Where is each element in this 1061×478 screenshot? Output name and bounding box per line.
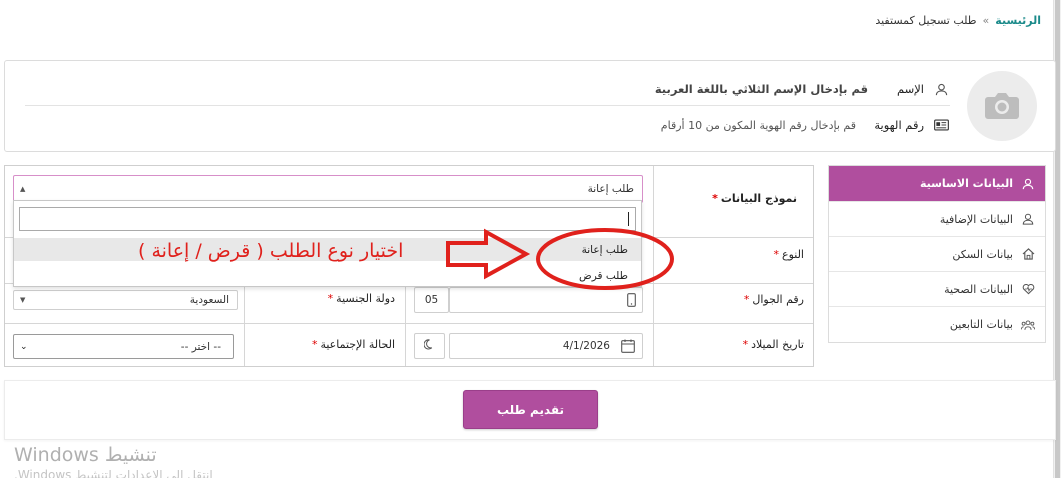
tab-dependents-data[interactable]: بيانات التابعين (829, 307, 1045, 342)
windows-activation-watermark: تنشيط Windows (14, 444, 157, 466)
id-row: رقم الهوية قم بإدخال رقم الهوية المكون م… (661, 114, 950, 136)
name-label: الإسم (896, 82, 924, 96)
calendar-icon (621, 339, 635, 356)
user-icon (1021, 177, 1035, 191)
gender-label: النوع* (773, 248, 804, 261)
id-label: رقم الهوية (874, 118, 924, 132)
breadcrumb-separator: » (982, 14, 990, 27)
user-icon (932, 80, 950, 98)
text-cursor (628, 212, 629, 226)
tab-label: بيانات السكن (952, 247, 1013, 261)
hijri-toggle-button[interactable] (414, 333, 445, 359)
annotation-text: اختيار نوع الطلب ( قرض / إعانة ) (138, 240, 404, 262)
submit-bar: تقديم طلب (4, 380, 1056, 440)
users-icon (1021, 318, 1035, 332)
annotation-arrow-icon (446, 228, 674, 290)
nationality-value: السعودية (189, 294, 229, 306)
tab-label: البيانات الصحية (944, 282, 1013, 296)
column-divider (244, 284, 245, 366)
tab-basic-data[interactable]: البيانات الاساسية (829, 166, 1045, 202)
side-tabs: البيانات الاساسية البيانات الإضافية بيان… (828, 165, 1046, 343)
id-input[interactable]: قم بإدخال رقم الهوية المكون من 10 أرقام (661, 119, 856, 132)
data-model-value: طلب إعانة (587, 183, 634, 195)
caret-down-icon: ▼ (20, 296, 26, 304)
name-input[interactable]: قم بإدخال الإسم الثلاثي باللغة العربية (655, 82, 868, 96)
avatar-upload[interactable] (967, 71, 1037, 141)
breadcrumb-home-link[interactable]: الرئيسية (995, 14, 1041, 27)
breadcrumb: الرئيسية » طلب تسجيل كمستفيد (875, 14, 1041, 27)
birth-date-value: 4/1/2026 (562, 340, 610, 352)
divider (25, 105, 950, 106)
tab-label: البيانات الاساسية (919, 177, 1013, 190)
birth-date-label: تاريخ الميلاد* (742, 338, 804, 351)
chevron-down-icon: ⌄ (20, 341, 28, 352)
breadcrumb-current: طلب تسجيل كمستفيد (875, 14, 977, 27)
submit-request-button[interactable]: تقديم طلب (463, 390, 598, 429)
heart-pulse-icon (1021, 282, 1035, 296)
tab-housing-data[interactable]: بيانات السكن (829, 237, 1045, 272)
marital-value: -- اختر -- (180, 340, 221, 353)
camera-icon (982, 89, 1022, 124)
data-model-label: نموذج البيانات* (712, 192, 797, 205)
data-model-select[interactable]: طلب إعانة ▲ (13, 175, 643, 203)
profile-card: الإسم قم بإدخال الإسم الثلاثي باللغة الع… (4, 60, 1056, 152)
nationality-label: دولة الجنسية* (327, 292, 395, 305)
windows-activation-subtext: انتقل إلى الإعدادات لتنشيط Windows. (14, 468, 213, 478)
birth-date-input[interactable]: 4/1/2026 (449, 333, 643, 359)
tab-health-data[interactable]: البيانات الصحية (829, 272, 1045, 307)
tab-additional-data[interactable]: البيانات الإضافية (829, 202, 1045, 237)
marital-select[interactable]: -- اختر -- ⌄ (13, 334, 234, 359)
caret-up-icon: ▲ (20, 185, 26, 193)
tab-label: بيانات التابعين (949, 318, 1013, 331)
mobile-label: رقم الجوال* (743, 293, 804, 306)
nationality-select[interactable]: السعودية ▼ (13, 290, 238, 310)
marital-label: الحالة الإجتماعية* (311, 338, 395, 351)
home-icon (1021, 247, 1035, 261)
moon-icon (423, 339, 435, 353)
column-divider (405, 284, 406, 366)
id-card-icon (932, 116, 950, 134)
tab-label: البيانات الإضافية (939, 212, 1013, 226)
name-row: الإسم قم بإدخال الإسم الثلاثي باللغة الع… (655, 78, 950, 100)
user-outline-icon (1021, 212, 1035, 226)
